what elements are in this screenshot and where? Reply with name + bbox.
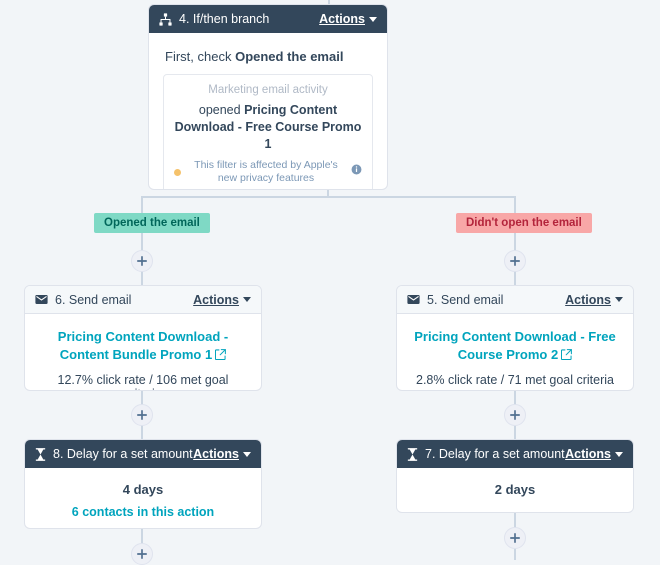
step-card-delay-right[interactable]: 7. Delay for a set amount of time Action… <box>396 439 634 513</box>
actions-dropdown[interactable]: Actions <box>193 293 251 307</box>
step-card-delay-left[interactable]: 8. Delay for a set amount of time Action… <box>24 439 262 529</box>
chevron-down-icon <box>615 297 623 302</box>
branch-lead-bold: Opened the email <box>235 49 344 64</box>
add-step-button[interactable] <box>504 250 526 272</box>
external-link-icon[interactable] <box>215 347 227 365</box>
external-link-icon[interactable] <box>561 347 573 365</box>
envelope-icon <box>407 294 420 305</box>
step-card-send-email-left[interactable]: 6. Send email Actions Pricing Content Do… <box>24 285 262 391</box>
card-title: 6. Send email <box>55 292 132 307</box>
card-body: 2 days <box>397 468 633 509</box>
connector-branch-left-drop <box>141 196 143 214</box>
email-name-line2: Bundle Promo 1 <box>112 347 213 363</box>
email-name[interactable]: Pricing Content Download - Free Course P… <box>411 328 619 365</box>
add-step-button[interactable] <box>131 250 153 272</box>
card-title: 8. Delay for a set amount of time <box>53 447 193 461</box>
email-name[interactable]: Pricing Content Download - Content Bundl… <box>39 328 247 365</box>
actions-dropdown[interactable]: Actions <box>565 293 623 307</box>
card-body: 4 days 6 contacts in this action <box>25 468 261 528</box>
card-title: 7. Delay for a set amount of time <box>425 447 565 461</box>
card-body: Pricing Content Download - Content Bundl… <box>25 314 261 390</box>
actions-dropdown[interactable]: Actions <box>319 12 377 26</box>
warning-text: This filter is affected by Apple's new p… <box>194 158 338 185</box>
card-body: Pricing Content Download - Free Course P… <box>397 314 633 390</box>
actions-label: Actions <box>319 12 365 26</box>
filter-criterion: opened Pricing Content Download - Free C… <box>174 102 362 153</box>
info-icon[interactable] <box>351 164 362 180</box>
email-stats: 2.8% click rate / 71 met goal criteria <box>416 373 614 388</box>
actions-label: Actions <box>565 447 611 461</box>
add-step-button[interactable] <box>131 404 153 426</box>
step-card-if-then-branch[interactable]: 4. If/then branch Actions First, check O… <box>148 4 388 190</box>
plus-icon <box>510 533 520 543</box>
add-step-button[interactable] <box>131 543 153 565</box>
plus-icon <box>137 256 147 266</box>
actions-label: Actions <box>193 292 239 307</box>
card-header: 4. If/then branch Actions <box>149 5 387 33</box>
connector-branch-horizontal <box>142 196 515 198</box>
email-name-line2: Promo 2 <box>506 347 559 363</box>
plus-icon <box>510 410 520 420</box>
card-title: 4. If/then branch <box>179 12 270 26</box>
workflow-canvas: 4. If/then branch Actions First, check O… <box>0 0 660 565</box>
plus-icon <box>137 549 147 559</box>
plus-icon <box>137 410 147 420</box>
branch-label-no: Didn't open the email <box>456 213 592 233</box>
add-step-button[interactable] <box>504 404 526 426</box>
filter-prefix: opened <box>198 103 245 117</box>
card-title: 5. Send email <box>427 292 504 307</box>
filter-box[interactable]: Marketing email activity opened Pricing … <box>163 74 373 189</box>
connector-branch-right-drop <box>514 196 516 214</box>
branch-lead-prefix: First, check <box>165 49 236 64</box>
branch-lead-text: First, check Opened the email <box>165 49 373 64</box>
card-header: 5. Send email Actions <box>397 286 633 314</box>
actions-label: Actions <box>193 447 239 461</box>
actions-label: Actions <box>565 292 611 307</box>
add-step-button[interactable] <box>504 527 526 549</box>
card-header: 7. Delay for a set amount of time Action… <box>397 440 633 468</box>
chevron-down-icon <box>243 451 251 457</box>
card-header: 6. Send email Actions <box>25 286 261 314</box>
branch-label-yes: Opened the email <box>94 213 210 233</box>
hourglass-icon <box>35 447 46 461</box>
filter-category: Marketing email activity <box>208 84 328 96</box>
contacts-in-action-link[interactable]: 6 contacts in this action <box>39 505 247 519</box>
envelope-icon <box>35 294 48 305</box>
email-stats: 12.7% click rate / 106 met goal criteria <box>57 373 229 390</box>
branch-icon <box>159 12 172 26</box>
step-card-send-email-right[interactable]: 5. Send email Actions Pricing Content Do… <box>396 285 634 391</box>
hourglass-icon <box>407 447 418 461</box>
actions-dropdown[interactable]: Actions <box>565 447 623 461</box>
actions-dropdown[interactable]: Actions <box>193 447 251 461</box>
plus-icon <box>510 256 520 266</box>
card-header: 8. Delay for a set amount of time Action… <box>25 440 261 468</box>
card-body: First, check Opened the email Marketing … <box>149 33 387 189</box>
filter-warning: This filter is affected by Apple's new p… <box>174 159 362 186</box>
warning-dot-icon <box>174 169 181 177</box>
delay-duration: 4 days <box>122 482 164 497</box>
chevron-down-icon <box>615 451 623 457</box>
delay-duration: 2 days <box>494 482 536 497</box>
chevron-down-icon <box>243 297 251 302</box>
chevron-down-icon <box>369 16 377 22</box>
